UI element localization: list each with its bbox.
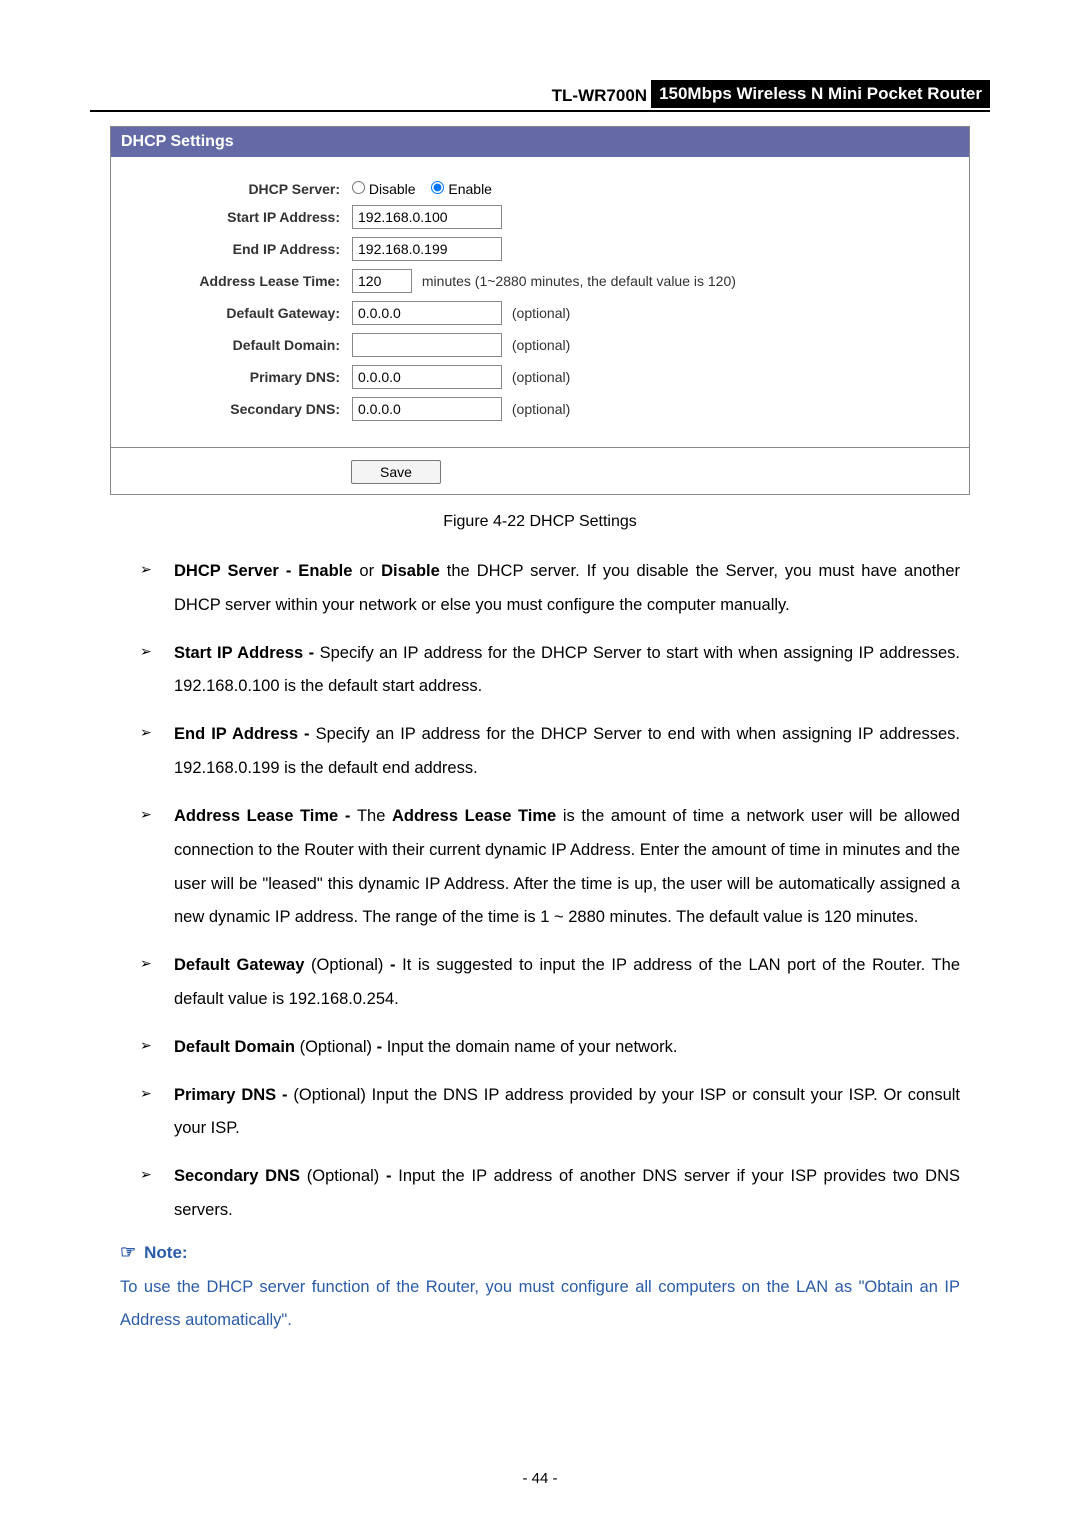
li-bold: Default Gateway <box>174 956 304 974</box>
input-sdns[interactable] <box>352 397 502 421</box>
li-text: (Optional) <box>295 1038 377 1056</box>
label-gateway: Default Gateway: <box>111 297 346 329</box>
note-label: Note: <box>144 1243 187 1262</box>
page-header: TL-WR700N 150Mbps Wireless N Mini Pocket… <box>90 80 990 112</box>
radio-disable-label[interactable]: Disable <box>352 181 416 197</box>
list-item: Secondary DNS (Optional) - Input the IP … <box>140 1160 960 1228</box>
figure-caption: Figure 4-22 DHCP Settings <box>90 513 990 531</box>
radio-enable-label[interactable]: Enable <box>431 181 491 197</box>
label-domain: Default Domain: <box>111 329 346 361</box>
list-item: Primary DNS - (Optional) Input the DNS I… <box>140 1079 960 1147</box>
hint-sdns: (optional) <box>512 401 570 417</box>
panel-divider <box>111 447 969 448</box>
input-domain[interactable] <box>352 333 502 357</box>
note-body: To use the DHCP server function of the R… <box>90 1271 990 1337</box>
input-gateway[interactable] <box>352 301 502 325</box>
row-pdns: Primary DNS: (optional) <box>111 361 969 393</box>
li-bold: Default Domain <box>174 1038 295 1056</box>
input-end-ip[interactable] <box>352 237 502 261</box>
li-bold: Start IP Address - <box>174 644 320 662</box>
li-text: or <box>352 562 381 580</box>
li-bold2: Disable <box>381 562 440 580</box>
input-start-ip[interactable] <box>352 205 502 229</box>
li-bold: Address Lease Time - <box>174 807 357 825</box>
label-lease: Address Lease Time: <box>111 265 346 297</box>
list-item: Start IP Address - Specify an IP address… <box>140 637 960 705</box>
radio-enable[interactable] <box>431 181 444 194</box>
list-item: Address Lease Time - The Address Lease T… <box>140 800 960 935</box>
hand-icon: ☞ <box>120 1242 136 1262</box>
radio-disable[interactable] <box>352 181 365 194</box>
li-text2: Input the domain name of your network. <box>382 1038 677 1056</box>
li-text: (Optional) <box>304 956 390 974</box>
hint-gateway: (optional) <box>512 305 570 321</box>
li-bold: Secondary DNS <box>174 1167 300 1185</box>
li-bold: End IP Address - <box>174 725 316 743</box>
dhcp-settings-panel: DHCP Settings DHCP Server: Disable Enabl… <box>110 126 970 495</box>
model-number: TL-WR700N <box>548 86 651 108</box>
list-item: End IP Address - Specify an IP address f… <box>140 718 960 786</box>
li-text: The <box>357 807 392 825</box>
row-start-ip: Start IP Address: <box>111 201 969 233</box>
description-list: DHCP Server - Enable or Disable the DHCP… <box>90 555 990 1228</box>
page-number: - 44 - <box>0 1470 1080 1487</box>
save-button[interactable]: Save <box>351 460 441 484</box>
model-description: 150Mbps Wireless N Mini Pocket Router <box>651 80 990 108</box>
label-sdns: Secondary DNS: <box>111 393 346 425</box>
hint-domain: (optional) <box>512 337 570 353</box>
radio-enable-text: Enable <box>448 181 492 197</box>
row-domain: Default Domain: (optional) <box>111 329 969 361</box>
label-dhcp-server: DHCP Server: <box>111 177 346 201</box>
label-pdns: Primary DNS: <box>111 361 346 393</box>
radio-disable-text: Disable <box>369 181 416 197</box>
row-gateway: Default Gateway: (optional) <box>111 297 969 329</box>
row-end-ip: End IP Address: <box>111 233 969 265</box>
input-lease[interactable] <box>352 269 412 293</box>
panel-title: DHCP Settings <box>111 127 969 157</box>
row-lease: Address Lease Time: minutes (1~2880 minu… <box>111 265 969 297</box>
hint-lease: minutes (1~2880 minutes, the default val… <box>422 273 736 289</box>
row-dhcp-server: DHCP Server: Disable Enable <box>111 177 969 201</box>
settings-form: DHCP Server: Disable Enable Start IP Add… <box>111 177 969 425</box>
li-bold2: Address Lease Time <box>392 807 556 825</box>
row-sdns: Secondary DNS: (optional) <box>111 393 969 425</box>
hint-pdns: (optional) <box>512 369 570 385</box>
list-item: Default Domain (Optional) - Input the do… <box>140 1031 960 1065</box>
save-row: Save <box>111 460 969 484</box>
li-bold: DHCP Server - Enable <box>174 562 352 580</box>
label-start-ip: Start IP Address: <box>111 201 346 233</box>
list-item: DHCP Server - Enable or Disable the DHCP… <box>140 555 960 623</box>
input-pdns[interactable] <box>352 365 502 389</box>
note-heading: ☞ Note: <box>120 1242 990 1263</box>
label-end-ip: End IP Address: <box>111 233 346 265</box>
list-item: Default Gateway (Optional) - It is sugge… <box>140 949 960 1017</box>
li-text: (Optional) <box>300 1167 386 1185</box>
li-bold: Primary DNS - <box>174 1086 293 1104</box>
